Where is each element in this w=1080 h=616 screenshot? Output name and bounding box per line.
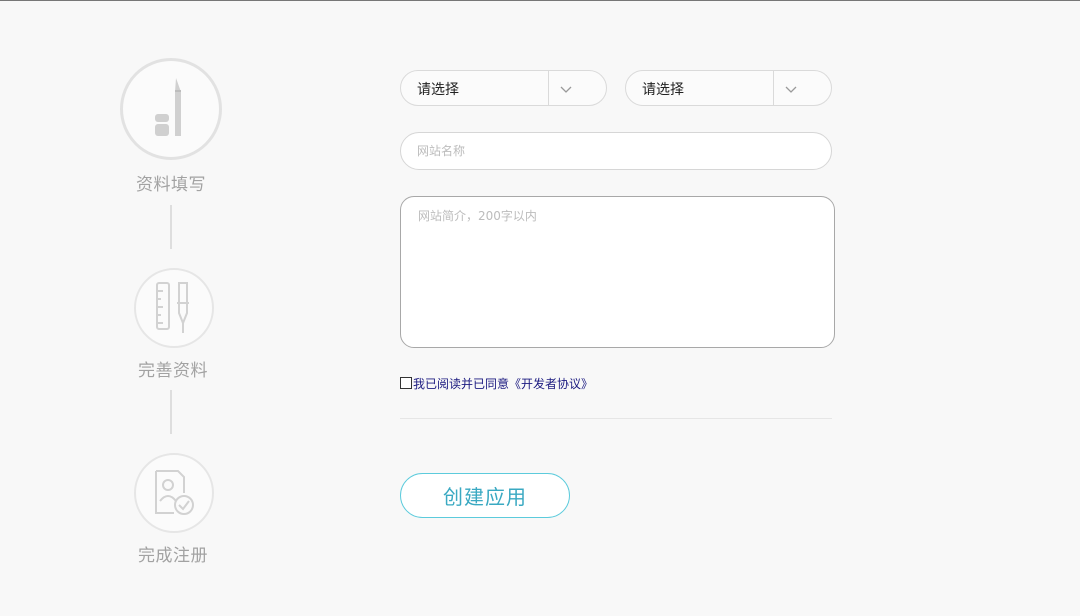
- document-check-icon: [155, 470, 194, 515]
- select-divider: [548, 71, 549, 105]
- step-2-circle: [134, 268, 214, 348]
- developer-agreement-link[interactable]: 《开发者协议》: [509, 375, 593, 392]
- step-1-label: 资料填写: [136, 175, 206, 195]
- site-name-input[interactable]: [400, 132, 832, 170]
- step-2-label: 完善资料: [138, 361, 208, 381]
- agreement-row: 我已阅读并已同意 《开发者协议》: [400, 374, 593, 392]
- form-divider: [400, 418, 832, 419]
- category-select-1[interactable]: 请选择: [400, 70, 607, 106]
- select-divider: [773, 71, 774, 105]
- chevron-down-icon[interactable]: [784, 82, 798, 96]
- step-3-circle: [134, 453, 214, 533]
- step-1-circle: [120, 58, 222, 160]
- site-intro-textarea[interactable]: [400, 196, 835, 348]
- pen-eraser-icon: [155, 78, 181, 136]
- ruler-pen-icon: [156, 282, 189, 333]
- top-border: [0, 0, 1080, 1]
- select-value: 请选择: [417, 82, 459, 98]
- step-3-label: 完成注册: [138, 546, 208, 566]
- chevron-down-icon[interactable]: [559, 82, 573, 96]
- step-connector: [170, 205, 172, 249]
- create-app-button[interactable]: 创建应用: [400, 473, 570, 518]
- select-value: 请选择: [642, 82, 684, 98]
- category-select-2[interactable]: 请选择: [625, 70, 832, 106]
- agreement-text: 我已阅读并已同意: [413, 376, 510, 391]
- step-connector: [170, 390, 172, 434]
- agreement-checkbox[interactable]: [400, 377, 412, 389]
